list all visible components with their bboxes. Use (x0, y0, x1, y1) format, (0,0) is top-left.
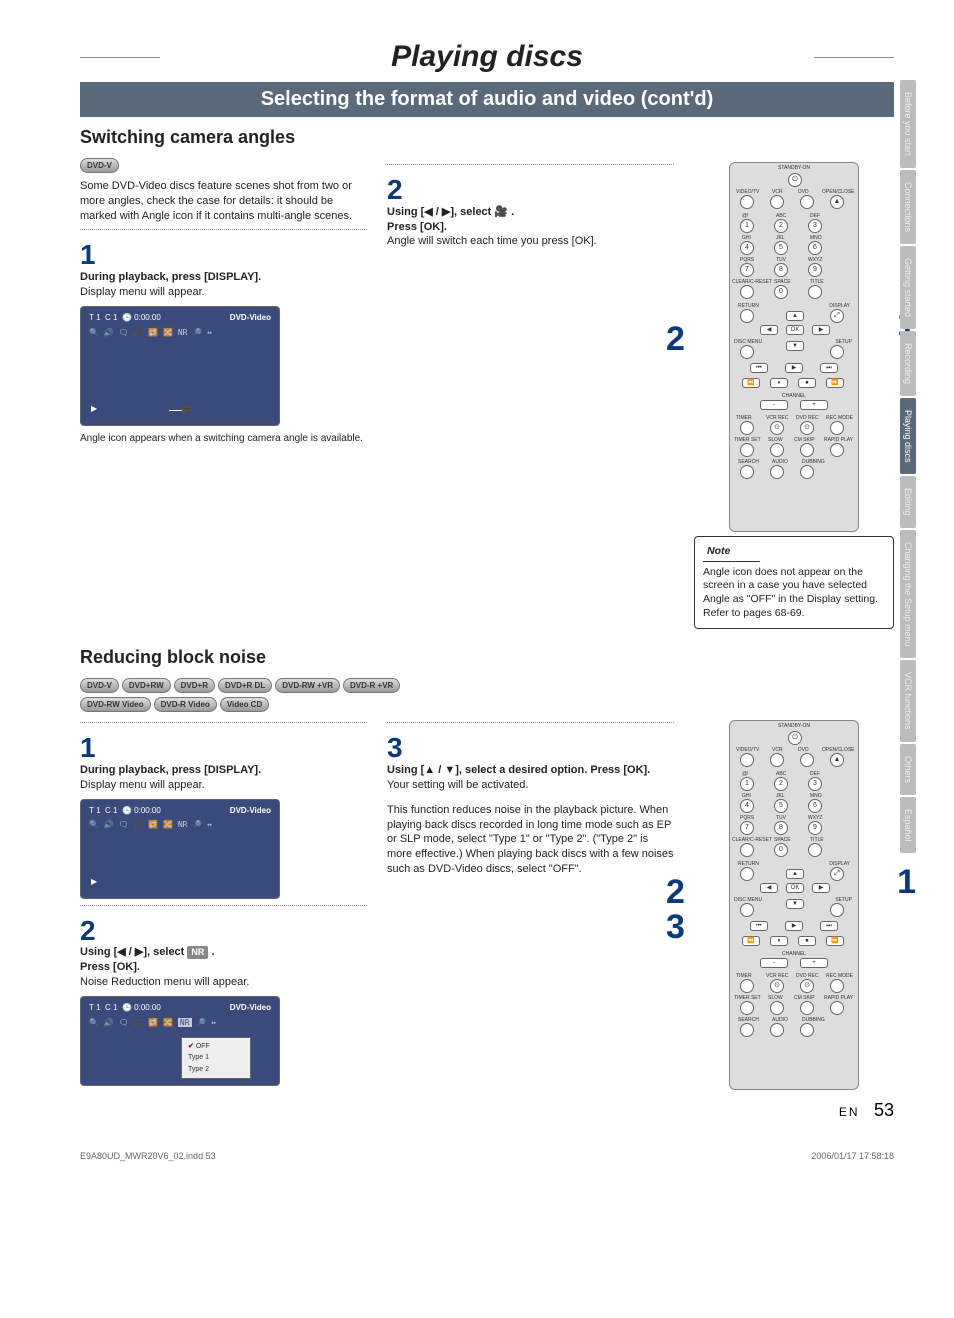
step-2-num: 2 (387, 171, 674, 209)
step-2-body: Angle will switch each time you press [O… (387, 235, 597, 247)
stop-button[interactable]: ⏹ (798, 378, 816, 388)
noise-callout-1: 1 (897, 860, 916, 906)
tab-vcr[interactable]: VCR functions (900, 660, 916, 742)
tab-recording[interactable]: Recording (900, 331, 916, 396)
standby-button[interactable]: ⏻ (788, 173, 802, 187)
ok-button[interactable]: OK (786, 325, 804, 335)
remote-diagram-1: STANDBY-ON ⏻ VIDEO/TV VCR DVD OPEN/CLOSE… (729, 162, 859, 532)
noise-right-col: 1 2 3 STANDBY-ON ⏻ VIDEO/TV VCR DVD OPEN… (694, 716, 894, 1094)
tab-editing[interactable]: Editing (900, 476, 916, 528)
noise-callout-3: 3 (666, 905, 685, 951)
crop-marks-footer: E9A80UD_MWR20V6_02.indd 53 2006/01/17 17… (80, 1151, 894, 1161)
side-tabs: Before you start Connections Getting sta… (900, 80, 916, 853)
disc-badge: DVD-V (80, 158, 119, 173)
osd-caption: Angle icon appears when a switching came… (80, 432, 367, 446)
tab-setup-menu[interactable]: Changing the Setup menu (900, 530, 916, 659)
noise-step-1-head: During playback, press [DISPLAY]. (80, 764, 261, 776)
nr-badge: NR (187, 946, 208, 958)
pause-button[interactable]: ⏸ (770, 378, 788, 388)
callout-2: 2 (666, 317, 685, 363)
step-1-body: Display menu will appear. (80, 286, 205, 298)
press-ok: Press [OK]. (387, 221, 447, 233)
angles-left-col: DVD-V Some DVD-Video discs feature scene… (80, 158, 367, 629)
noise-step-3-num: 3 (387, 729, 674, 767)
tab-connections[interactable]: Connections (900, 170, 916, 244)
osd-display-3: T 1 C 1 🕒 0:00:00 DVD-Video 🔍 🔊 🗨 🎥 🔁 🔀 … (80, 996, 280, 1086)
noise-step-1-num: 1 (80, 729, 367, 767)
page-title: Playing discs (80, 40, 894, 74)
nr-options-menu: OFF Type 1 Type 2 (181, 1037, 251, 1079)
tab-playing-discs[interactable]: Playing discs (900, 398, 916, 475)
note-body: Angle icon does not appear on the screen… (703, 566, 885, 621)
noise-mid-col: 3 Using [▲ / ▼], select a desired option… (387, 716, 674, 1094)
prev-button[interactable]: ⏮ (750, 363, 768, 373)
noise-title: Reducing block noise (80, 647, 894, 668)
osd-display-1: T 1 C 1 🕒 0:00:00 DVD-Video 🔍 🔊 🗨 🎥 🔁 🔀 … (80, 306, 280, 426)
ff-button[interactable]: ⏩ (826, 378, 844, 388)
rew-button[interactable]: ⏪ (742, 378, 760, 388)
step-1-num: 1 (80, 236, 367, 274)
noise-step-2-num: 2 (80, 912, 367, 950)
compatible-disc-badges-2: DVD-RW VideoDVD-R VideoVideo CD (80, 697, 894, 712)
nav-up[interactable]: ▲ (786, 311, 804, 321)
compatible-disc-badges: DVD-VDVD+RWDVD+RDVD+R DLDVD-RW +VRDVD-R … (80, 678, 894, 693)
channel-up[interactable]: + (800, 400, 828, 410)
noise-step-3-body-2: This function reduces noise in the playb… (387, 803, 674, 877)
nav-right[interactable]: ▶ (812, 325, 830, 335)
tab-before[interactable]: Before you start (900, 80, 916, 168)
note-title: Note (703, 545, 760, 562)
noise-step-1-body: Display menu will appear. (80, 779, 205, 791)
angle-osd-icon: 🎥 (181, 403, 192, 415)
step-1-head: During playback, press [DISPLAY]. (80, 271, 261, 283)
tab-getting-started[interactable]: Getting started (900, 246, 916, 329)
tab-espanol[interactable]: Español (900, 797, 916, 854)
display-button[interactable]: ⤢ (830, 309, 844, 323)
tab-others[interactable]: Others (900, 744, 916, 795)
noise-step-2-body: Noise Reduction menu will appear. (80, 976, 249, 988)
section-banner: Selecting the format of audio and video … (80, 82, 894, 117)
angles-intro: Some DVD-Video discs feature scenes shot… (80, 179, 367, 224)
next-button[interactable]: ⏭ (820, 363, 838, 373)
nav-left[interactable]: ◀ (760, 325, 778, 335)
note-box: Note Angle icon does not appear on the s… (694, 536, 894, 629)
angles-mid-col: 2 Using [◀ / ▶], select 🎥 . Press [OK]. … (387, 158, 674, 629)
osd-display-2: T 1 C 1 🕒 0:00:00 DVD-Video 🔍 🔊 🗨 🎥 🔁 🔀 … (80, 799, 280, 899)
play-button[interactable]: ▶ (785, 363, 803, 373)
page-number-footer: EN 53 (80, 1100, 894, 1121)
up-down-icon: ▲ / ▼ (424, 764, 455, 776)
noise-step-3-body-1: Your setting will be activated. (387, 779, 528, 791)
noise-press-ok: Press [OK]. (80, 961, 140, 973)
open-close-button[interactable]: ▲ (830, 195, 844, 209)
angles-right-col: 1 2 STANDBY-ON ⏻ VIDEO/TV VCR DVD OPEN/C… (694, 158, 894, 629)
channel-down[interactable]: - (760, 400, 788, 410)
left-right-icon: ◀ / ▶ (117, 946, 143, 958)
camera-icon: 🎥 (494, 206, 508, 218)
noise-left-col: 1 During playback, press [DISPLAY]. Disp… (80, 716, 367, 1094)
play-icon: ▶ (91, 404, 97, 415)
remote-diagram-2: STANDBY-ON ⏻ VIDEO/TV VCR DVD OPEN/CLOSE… (729, 720, 859, 1090)
angles-title: Switching camera angles (80, 127, 894, 148)
left-right-icon: ◀ / ▶ (424, 206, 450, 218)
nav-down[interactable]: ▼ (786, 341, 804, 351)
divider (80, 229, 367, 230)
